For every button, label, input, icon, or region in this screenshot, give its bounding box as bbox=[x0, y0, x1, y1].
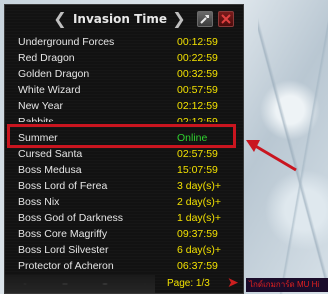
invasion-row: Underground Forces 00:12:59 bbox=[5, 35, 243, 51]
invasion-countdown: 2 day(s)+ bbox=[177, 196, 222, 208]
invasion-row: Boss Lord Silvester 6 day(s)+ bbox=[5, 243, 243, 259]
footer-decoration bbox=[5, 275, 155, 293]
invasion-countdown: 00:32:59 bbox=[177, 68, 218, 80]
invasion-row: White Wizard 00:57:59 bbox=[5, 83, 243, 99]
invasion-name: White Wizard bbox=[18, 84, 81, 96]
invasion-row: Red Dragon 00:22:59 bbox=[5, 51, 243, 67]
window-header: ❮ Invasion Time ❯ bbox=[5, 5, 243, 33]
invasion-countdown: 02:57:59 bbox=[177, 148, 218, 160]
invasion-row: Golden Dragon 00:32:59 bbox=[5, 67, 243, 83]
invasion-row: Boss Nix 2 day(s)+ bbox=[5, 195, 243, 211]
invasion-row: Boss Core Magriffy 09:37:59 bbox=[5, 227, 243, 243]
invasion-row: Cursed Santa 02:57:59 bbox=[5, 147, 243, 163]
invasion-countdown: 1 day(s)+ bbox=[177, 212, 222, 224]
invasion-row: Rabbits 02:12:59 bbox=[5, 115, 243, 122]
invasion-countdown: 15:07:59 bbox=[177, 164, 218, 176]
annotation-arrow-icon bbox=[246, 140, 297, 172]
invasion-name: Boss Lord of Ferea bbox=[18, 180, 108, 192]
invasion-countdown: 6 day(s)+ bbox=[177, 244, 222, 256]
invasion-countdown: 06:37:59 bbox=[177, 260, 218, 272]
highlight-annotation bbox=[7, 124, 236, 148]
page-indicator: Page: 1/3 bbox=[167, 278, 210, 289]
window-footer: Page: 1/3 ➤ bbox=[5, 275, 243, 293]
invasion-countdown: 00:12:59 bbox=[177, 36, 218, 48]
invasion-time-window: ❮ Invasion Time ❯ Underground Forces 00:1… bbox=[4, 4, 244, 294]
invasion-countdown: 02:12:59 bbox=[177, 116, 218, 122]
invasion-name: Boss Medusa bbox=[18, 164, 82, 176]
invasion-name: Boss Core Magriffy bbox=[18, 228, 108, 240]
invasion-row: New Year 02:12:59 bbox=[5, 99, 243, 115]
close-icon[interactable] bbox=[218, 11, 234, 27]
invasion-row: Boss God of Darkness 1 day(s)+ bbox=[5, 211, 243, 227]
invasion-countdown: 09:37:59 bbox=[177, 228, 218, 240]
invasion-countdown: 02:12:59 bbox=[177, 100, 218, 112]
invasion-row: Boss Lord of Ferea 3 day(s)+ bbox=[5, 179, 243, 195]
invasion-name: Boss God of Darkness bbox=[18, 212, 124, 224]
watermark-text: ไกด์เกมการ์ด MU Hi bbox=[246, 278, 328, 292]
chevron-right-icon[interactable]: ❯ bbox=[171, 11, 187, 27]
invasion-name: Boss Nix bbox=[18, 196, 60, 208]
window-title: Invasion Time bbox=[72, 12, 168, 26]
invasion-name: Rabbits bbox=[18, 116, 54, 122]
invasion-name: Boss Lord Silvester bbox=[18, 244, 109, 256]
invasion-row: Boss Medusa 15:07:59 bbox=[5, 163, 243, 179]
invasion-countdown: 00:57:59 bbox=[177, 84, 218, 96]
invasion-name: Cursed Santa bbox=[18, 148, 83, 160]
invasion-list: Underground Forces 00:12:59 Red Dragon 00:2… bbox=[5, 35, 243, 275]
invasion-name: Red Dragon bbox=[18, 52, 75, 64]
invasion-countdown: 3 day(s)+ bbox=[177, 180, 222, 192]
invasion-countdown: 00:22:59 bbox=[177, 52, 218, 64]
invasion-name: Underground Forces bbox=[18, 36, 115, 48]
next-page-arrow-icon[interactable]: ➤ bbox=[227, 276, 239, 290]
invasion-name: New Year bbox=[18, 100, 63, 112]
invasion-name: Golden Dragon bbox=[18, 68, 90, 80]
invasion-name: Protector of Acheron bbox=[18, 260, 114, 272]
invasion-row: Protector of Acheron 06:37:59 bbox=[5, 259, 243, 275]
chevron-left-icon[interactable]: ❮ bbox=[52, 11, 68, 27]
hammer-icon[interactable] bbox=[197, 11, 213, 27]
